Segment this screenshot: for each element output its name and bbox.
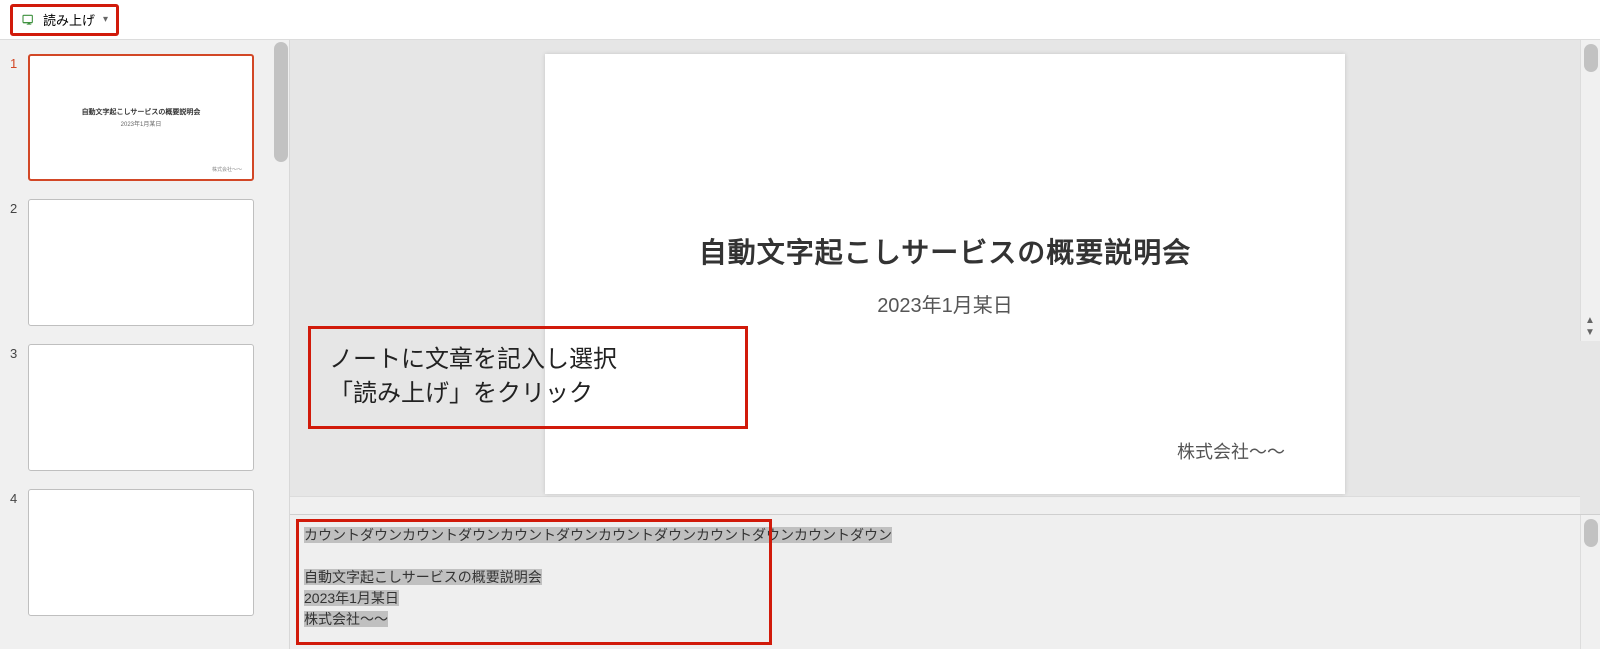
slide-thumbnail-number: 2 — [10, 199, 28, 216]
slide-thumbnail[interactable]: 2 — [0, 199, 289, 326]
slide-thumbnail-preview[interactable] — [28, 489, 254, 616]
editor-vertical-scrollbar-thumb[interactable] — [1584, 44, 1598, 72]
slide-thumbnail-number: 1 — [10, 54, 28, 71]
slide-corp[interactable]: 株式会社～～ — [1177, 438, 1285, 464]
zoom-fit-controls: ▲ ▼ — [1582, 316, 1598, 338]
slide-title[interactable]: 自動文字起こしサービスの概要説明会 — [699, 231, 1191, 271]
read-aloud-button[interactable]: 読み上げ ▾ — [10, 4, 119, 36]
slide-thumbnails-panel[interactable]: 1 自動文字起こしサービスの概要説明会 2023年1月某日 株式会社～～ 2 3… — [0, 40, 290, 649]
slide-thumbnail-preview[interactable] — [28, 199, 254, 326]
slide-stage: 自動文字起こしサービスの概要説明会 2023年1月某日 株式会社～～ ノートに文… — [290, 40, 1600, 496]
notes-selected-text[interactable]: 自動文字起こしサービスの概要説明会 — [304, 569, 542, 585]
slide-thumbnail-date: 2023年1月某日 — [121, 119, 162, 128]
toolbar: 読み上げ ▾ — [0, 0, 1600, 40]
editor-horizontal-scrollbar[interactable] — [290, 496, 1580, 514]
speaker-notes-panel[interactable]: カウントダウンカウントダウンカウントダウンカウントダウンカウントダウンカウントダ… — [290, 514, 1600, 649]
chevron-down-icon: ▾ — [103, 14, 108, 25]
editor-vertical-scrollbar[interactable] — [1580, 40, 1600, 341]
scroll-up-icon[interactable]: ▲ — [1585, 316, 1595, 326]
slide-date[interactable]: 2023年1月某日 — [877, 289, 1013, 318]
scroll-down-icon[interactable]: ▼ — [1585, 328, 1595, 338]
slide-thumbnail[interactable]: 4 — [0, 489, 289, 616]
slide-thumbnail-preview[interactable] — [28, 344, 254, 471]
read-aloud-icon — [21, 12, 37, 28]
read-aloud-label: 読み上げ — [43, 10, 95, 29]
speaker-notes-text[interactable]: カウントダウンカウントダウンカウントダウンカウントダウンカウントダウンカウントダ… — [304, 525, 1550, 630]
instruction-callout: ノートに文章を記入し選択 「読み上げ」をクリック — [308, 326, 748, 429]
slide-thumbnail-preview[interactable]: 自動文字起こしサービスの概要説明会 2023年1月某日 株式会社～～ — [28, 54, 254, 181]
slide-thumbnail-number: 4 — [10, 489, 28, 506]
notes-selected-text[interactable]: 2023年1月某日 — [304, 590, 399, 606]
notes-vertical-scrollbar[interactable] — [1580, 515, 1600, 649]
thumbnails-scrollbar[interactable] — [273, 40, 289, 649]
slide-thumbnail-title: 自動文字起こしサービスの概要説明会 — [82, 107, 201, 117]
notes-vertical-scrollbar-thumb[interactable] — [1584, 519, 1598, 547]
slide-editor-area: 自動文字起こしサービスの概要説明会 2023年1月某日 株式会社～～ ノートに文… — [290, 40, 1600, 649]
main-area: 1 自動文字起こしサービスの概要説明会 2023年1月某日 株式会社～～ 2 3… — [0, 40, 1600, 649]
instruction-line: ノートに文章を記入し選択 — [329, 343, 727, 377]
notes-selected-text[interactable]: 株式会社～～ — [304, 611, 388, 627]
thumbnails-scrollbar-thumb[interactable] — [274, 42, 288, 162]
slide-thumbnail[interactable]: 1 自動文字起こしサービスの概要説明会 2023年1月某日 株式会社～～ — [0, 54, 289, 181]
slide-thumbnail-corp: 株式会社～～ — [212, 166, 242, 173]
instruction-line: 「読み上げ」をクリック — [329, 377, 727, 411]
slide-thumbnail[interactable]: 3 — [0, 344, 289, 471]
slide-thumbnail-number: 3 — [10, 344, 28, 361]
notes-selected-text[interactable]: カウントダウンカウントダウンカウントダウンカウントダウンカウントダウンカウントダ… — [304, 527, 892, 543]
